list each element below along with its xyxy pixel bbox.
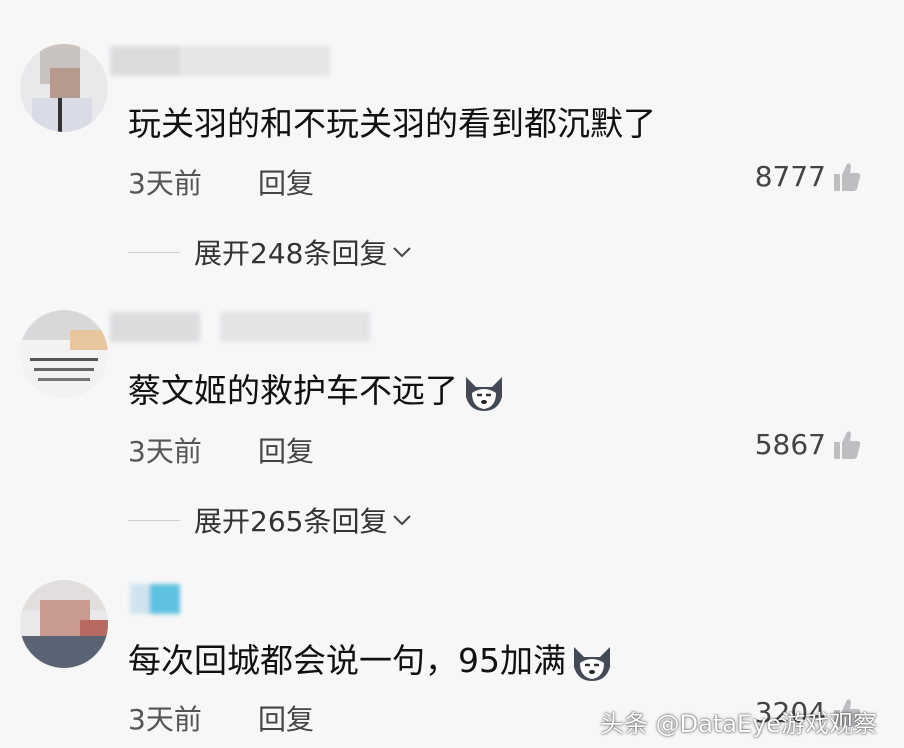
avatar[interactable] [20,580,108,668]
username-blurred[interactable] [110,584,180,614]
chevron-down-icon [393,515,412,526]
expand-replies-button[interactable]: 展开248条回复 [128,232,413,272]
username-blurred[interactable] [110,312,370,342]
avatar[interactable] [20,310,108,398]
comment-time: 3天前 [128,167,202,200]
thumbs-up-icon [834,430,861,459]
husky-dog-emoji [466,376,502,411]
reply-button[interactable]: 回复 [258,698,314,738]
username-blurred[interactable] [110,46,330,76]
watermark: 头条 @DataEye游戏观察 [600,710,878,738]
divider-line [128,251,180,253]
like-button[interactable]: 8777 [755,160,862,193]
reply-button[interactable]: 回复 [258,162,314,202]
husky-dog-emoji [574,646,610,681]
like-count: 8777 [754,160,826,193]
expand-replies-label: 展开265条回复 [194,505,388,538]
expand-replies-label: 展开248条回复 [194,237,388,270]
like-button[interactable]: 5867 [755,428,862,461]
comment-text: 每次回城都会说一句，95加满 [128,634,614,683]
comment-text: 蔡文姬的救护车不远了 [128,364,506,413]
comment-time: 3天前 [128,703,202,736]
chevron-down-icon [393,247,412,258]
comment-text: 玩关羽的和不玩关羽的看到都沉默了 [128,104,656,143]
divider-line [128,519,180,521]
comment-time: 3天前 [128,435,202,468]
thumbs-up-icon [834,162,861,191]
like-count: 5867 [754,428,826,461]
avatar[interactable] [20,44,108,132]
expand-replies-button[interactable]: 展开265条回复 [128,500,413,540]
reply-button[interactable]: 回复 [258,430,314,470]
